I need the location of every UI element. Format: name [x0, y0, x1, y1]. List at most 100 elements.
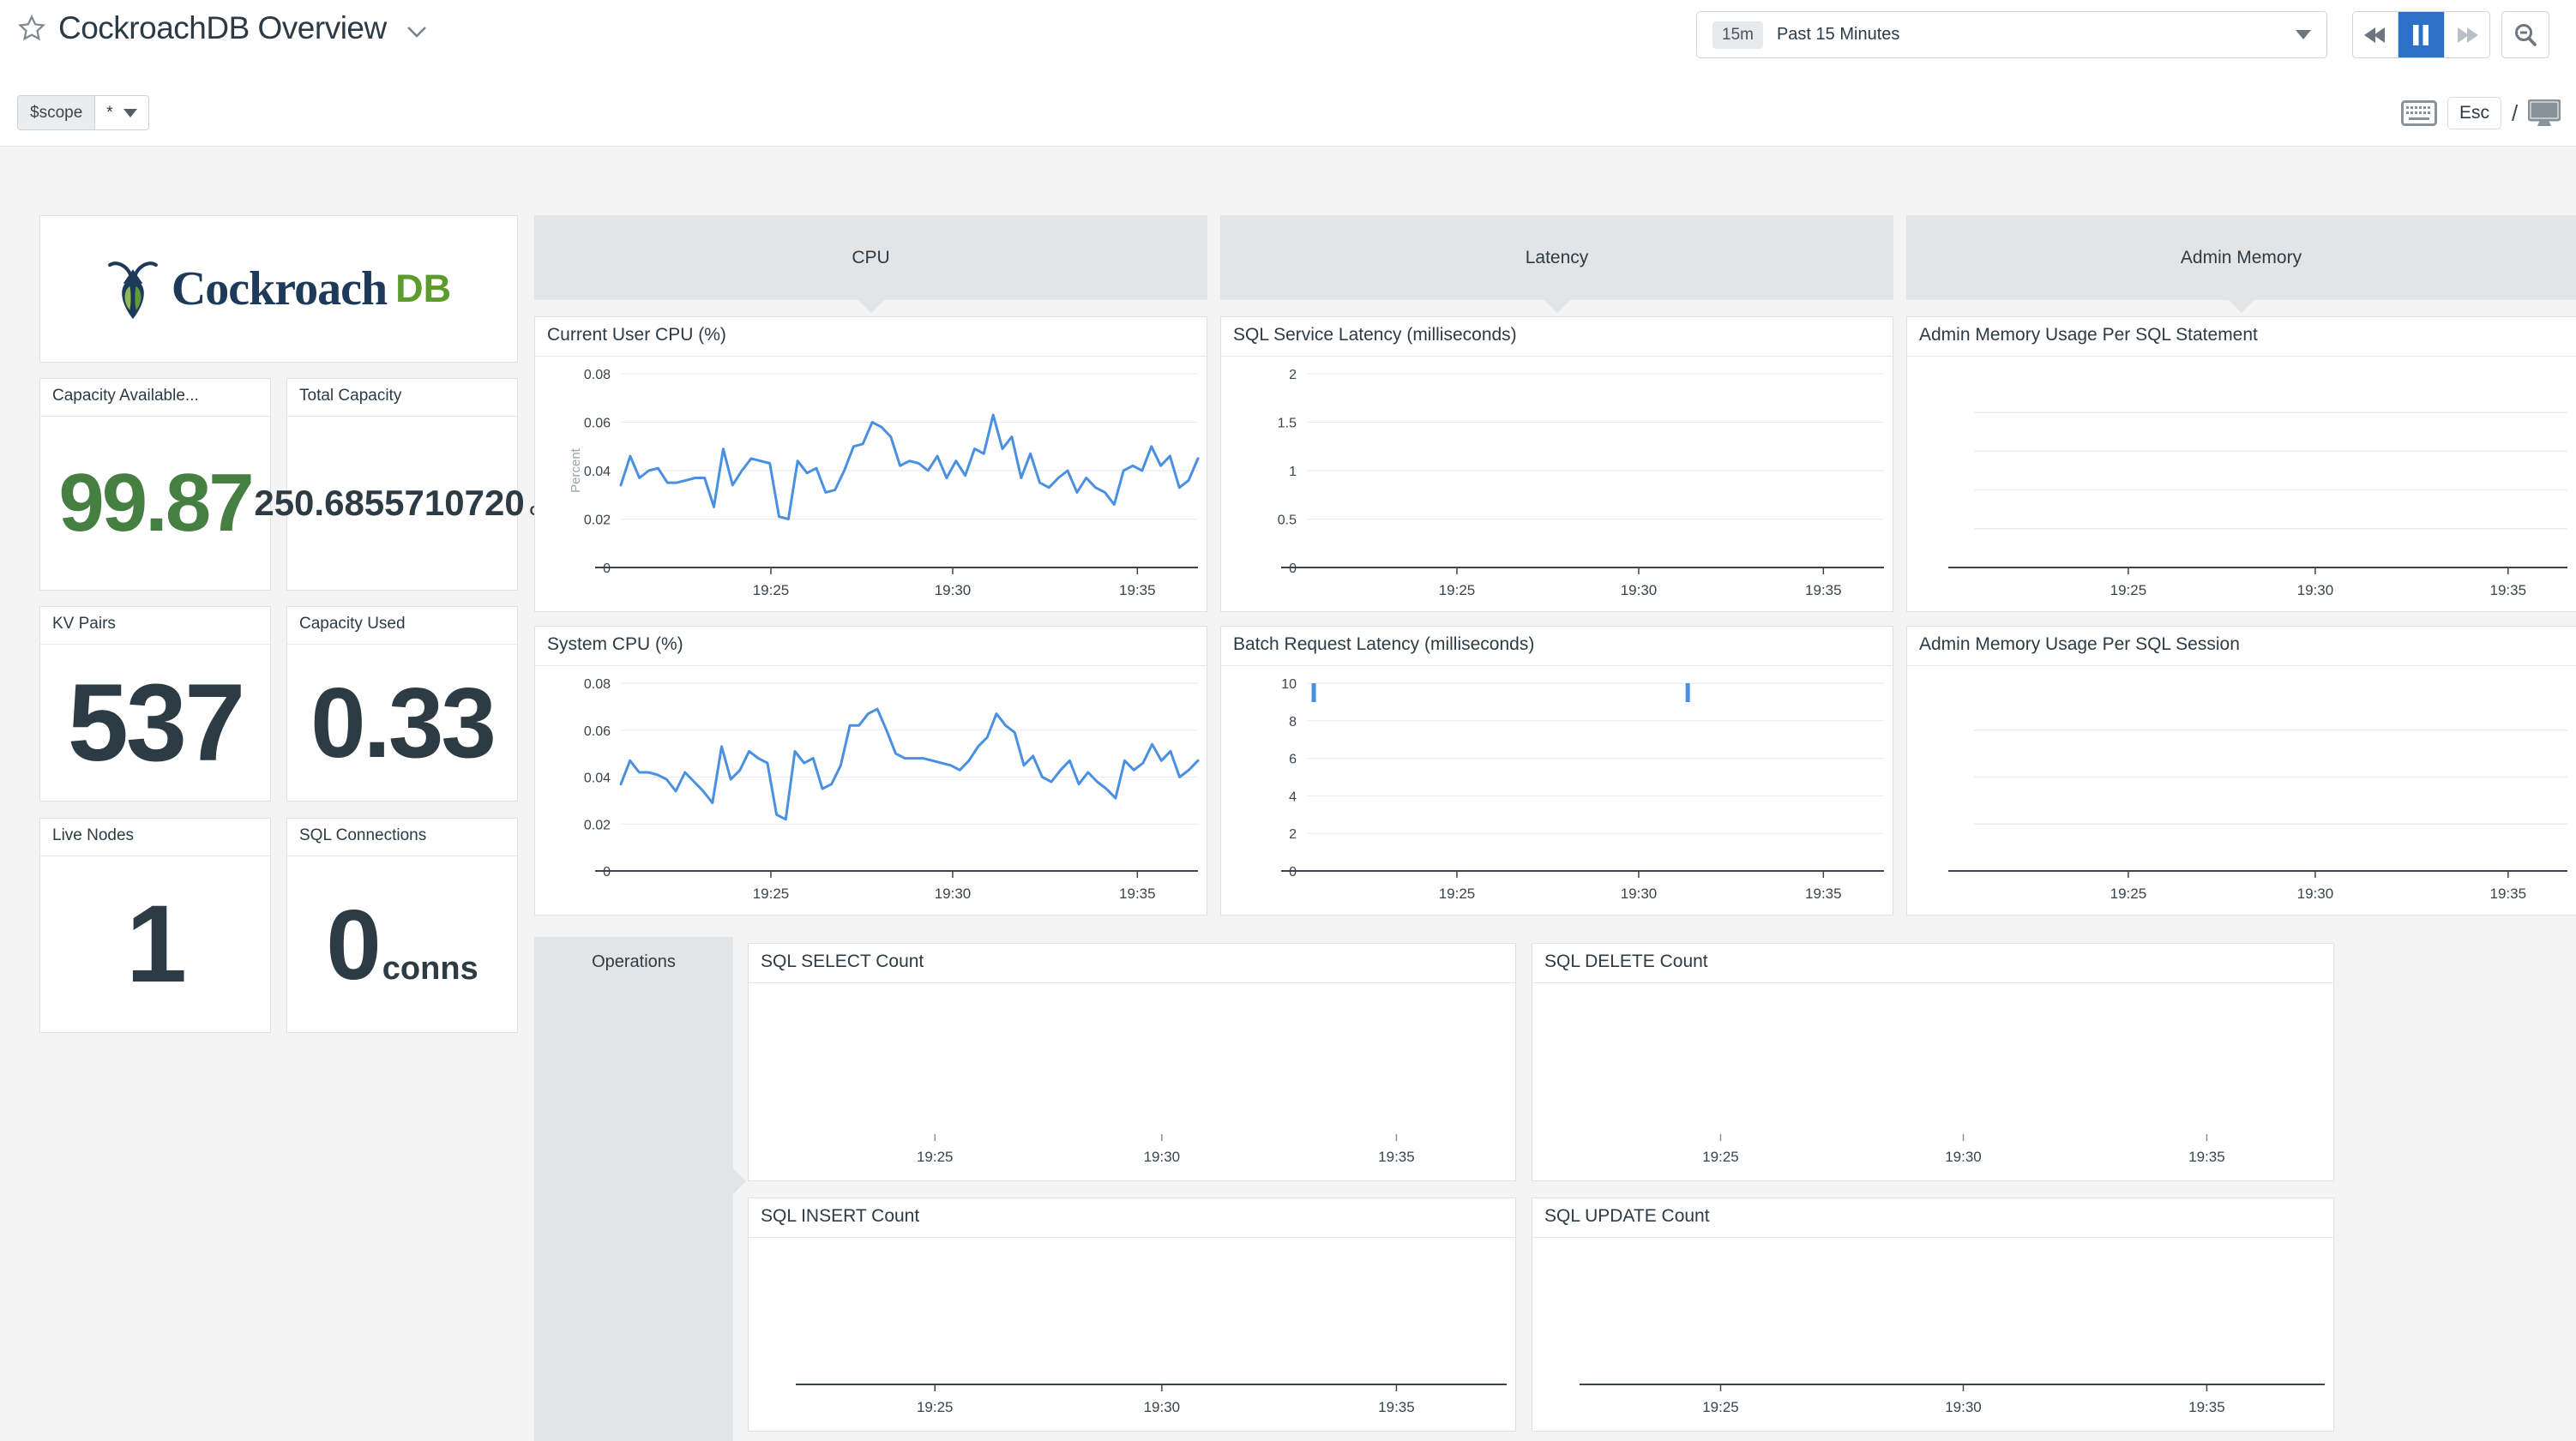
svg-text:0.04: 0.04: [584, 772, 611, 786]
template-variable-scope[interactable]: $scope *: [17, 95, 149, 130]
chart-plot-area[interactable]: 21.510.5019:2519:3019:35: [1221, 357, 1893, 611]
svg-text:8: 8: [1289, 715, 1297, 730]
chart-plot-area[interactable]: 0.080.060.040.02019:2519:3019:35Percent: [535, 357, 1207, 611]
svg-text:19:30: 19:30: [1945, 1399, 1982, 1415]
svg-text:19:25: 19:25: [1702, 1399, 1739, 1415]
chart-plot-area[interactable]: 108642019:2519:3019:35: [1221, 666, 1893, 915]
svg-text:19:25: 19:25: [1439, 886, 1476, 902]
stat-card-sql-connections[interactable]: SQL Connections 0 conns: [286, 818, 518, 1033]
svg-text:19:25: 19:25: [1702, 1149, 1739, 1165]
svg-text:19:25: 19:25: [753, 582, 790, 598]
stat-card-total-capacity[interactable]: Total Capacity 250.6855710720 GB: [286, 378, 518, 591]
svg-text:0.02: 0.02: [584, 513, 611, 528]
chart-plot-area[interactable]: 19:25 19:30 19:35: [1907, 357, 2576, 611]
chart-sql-service-latency: SQL Service Latency (milliseconds) 21.51…: [1220, 316, 1893, 612]
svg-text:19:35: 19:35: [1119, 582, 1156, 598]
pause-icon: [2412, 25, 2429, 45]
svg-text:6: 6: [1289, 753, 1297, 767]
stat-value: 250.6855710720: [254, 483, 524, 524]
group-label: Admin Memory: [2181, 248, 2302, 268]
slash-separator: /: [2512, 100, 2518, 127]
svg-text:19:30: 19:30: [935, 582, 972, 598]
svg-text:19:35: 19:35: [1378, 1149, 1415, 1165]
chart-admin-memory-per-sql-statement: Admin Memory Usage Per SQL Statement 19:…: [1906, 316, 2576, 612]
svg-text:19:35: 19:35: [2490, 886, 2527, 902]
cockroachdb-logo-card: Cockroach DB: [39, 215, 518, 363]
svg-text:19:30: 19:30: [1144, 1149, 1181, 1165]
stat-value: 0.33: [310, 665, 494, 780]
favorite-star-icon[interactable]: [17, 14, 46, 43]
chart-title: SQL SELECT Count: [749, 944, 1515, 983]
rewind-button[interactable]: [2353, 12, 2398, 57]
brand-suffix: DB: [395, 267, 451, 311]
page-title: CockroachDB Overview: [58, 10, 387, 46]
dashboard-title-row: CockroachDB Overview: [17, 10, 428, 46]
svg-text:1: 1: [1289, 465, 1297, 479]
chart-plot-area[interactable]: 19:25 19:30 19:35: [749, 983, 1515, 1180]
svg-text:1.5: 1.5: [1278, 417, 1297, 431]
chevron-down-icon[interactable]: [406, 24, 428, 39]
stat-value: 1: [126, 881, 184, 1007]
stat-card-kv-pairs[interactable]: KV Pairs 537: [39, 606, 271, 802]
pause-button[interactable]: [2398, 12, 2444, 57]
svg-text:0.04: 0.04: [584, 465, 611, 479]
svg-text:19:35: 19:35: [2188, 1149, 2225, 1165]
chart-title: SQL Service Latency (milliseconds): [1221, 317, 1893, 357]
svg-text:10: 10: [1281, 677, 1297, 692]
svg-text:0: 0: [603, 561, 611, 576]
svg-text:0: 0: [603, 865, 611, 880]
chart-title: SQL UPDATE Count: [1532, 1198, 2333, 1238]
svg-text:0.5: 0.5: [1278, 513, 1297, 528]
scope-variable-value: *: [94, 95, 148, 130]
svg-text:19:25: 19:25: [917, 1149, 954, 1165]
svg-text:19:30: 19:30: [1945, 1149, 1982, 1165]
svg-text:19:25: 19:25: [2110, 886, 2147, 902]
chart-title: SQL DELETE Count: [1532, 944, 2333, 983]
cockroach-bug-icon: [106, 256, 159, 321]
group-label: Operations: [592, 952, 676, 971]
group-header-cpu: CPU: [534, 215, 1207, 300]
stat-card-capacity-available[interactable]: Capacity Available... 99.87: [39, 378, 271, 591]
time-shift-controls: [2352, 11, 2490, 58]
chart-plot-area[interactable]: 19:2519:3019:35: [1907, 666, 2576, 915]
chart-sql-update-count: SQL UPDATE Count 19:2519:3019:35: [1532, 1198, 2334, 1432]
fast-forward-icon: [2454, 26, 2480, 45]
svg-text:19:35: 19:35: [1378, 1399, 1415, 1415]
chart-plot-area[interactable]: 0.080.060.040.02019:2519:3019:35: [535, 666, 1207, 915]
stat-title: Capacity Available...: [40, 379, 270, 417]
chart-plot-area[interactable]: 19:2519:3019:35: [1532, 1238, 2333, 1431]
toolbar: CockroachDB Overview 15m Past 15 Minutes: [0, 0, 2576, 147]
fast-forward-button[interactable]: [2445, 12, 2489, 57]
svg-text:0: 0: [1289, 561, 1297, 576]
chart-plot-area[interactable]: 19:25 19:30 19:35: [749, 1238, 1515, 1431]
chart-title: System CPU (%): [535, 627, 1207, 666]
tv-mode-icon[interactable]: [2528, 99, 2561, 127]
group-header-operations: Operations: [534, 937, 733, 1441]
chart-title: Admin Memory Usage Per SQL Statement: [1907, 317, 2576, 357]
svg-text:19:25: 19:25: [2110, 582, 2147, 598]
zoom-out-button[interactable]: [2501, 11, 2549, 58]
stat-title: KV Pairs: [40, 607, 270, 645]
cockroachdb-logo: Cockroach DB: [106, 256, 451, 321]
svg-text:19:25: 19:25: [917, 1399, 954, 1415]
chart-current-user-cpu: Current User CPU (%) 0.080.060.040.02019…: [534, 316, 1207, 612]
keyboard-icon[interactable]: [2401, 100, 2437, 126]
stat-card-live-nodes[interactable]: Live Nodes 1: [39, 818, 271, 1033]
esc-keycap: Esc: [2447, 97, 2501, 129]
svg-text:19:30: 19:30: [2297, 582, 2334, 598]
time-range-select[interactable]: 15m Past 15 Minutes: [1696, 11, 2327, 58]
dashboard-page: CockroachDB Overview 15m Past 15 Minutes: [0, 0, 2576, 1441]
stat-value: 0: [326, 887, 379, 1002]
chart-sql-insert-count: SQL INSERT Count 19:2519:3019:35: [748, 1198, 1516, 1432]
chart-sql-delete-count: SQL DELETE Count 19:25 19:30 19:35: [1532, 943, 2334, 1181]
group-header-admin-memory: Admin Memory: [1906, 215, 2576, 300]
svg-text:19:35: 19:35: [2490, 582, 2527, 598]
stat-card-capacity-used[interactable]: Capacity Used 0.33: [286, 606, 518, 802]
stat-title: SQL Connections: [287, 819, 517, 856]
brand-name: Cockroach: [172, 261, 387, 316]
svg-text:2: 2: [1289, 827, 1297, 842]
chart-plot-area[interactable]: 19:25 19:30 19:35: [1532, 983, 2333, 1180]
svg-text:4: 4: [1289, 790, 1297, 804]
svg-text:19:30: 19:30: [1621, 582, 1658, 598]
svg-text:19:30: 19:30: [1144, 1399, 1181, 1415]
